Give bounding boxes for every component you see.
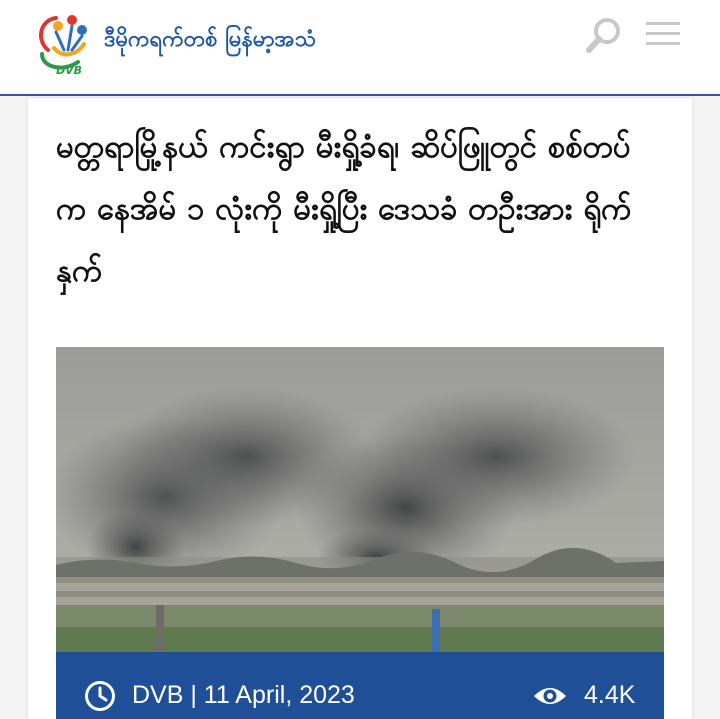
eye-icon [534, 688, 566, 704]
article-meta-bar: DVB | 11 April, 2023 4.4K [56, 652, 664, 719]
search-icon[interactable] [584, 16, 624, 56]
article-image[interactable] [56, 347, 664, 652]
logo-label: DVB [56, 64, 82, 76]
view-count: 4.4K [584, 681, 636, 709]
top-header: DVB ဒီမိုကရက်တစ် မြန်မာ့အသံ [0, 0, 720, 96]
dvb-logo[interactable]: DVB [34, 10, 98, 76]
brand-name[interactable]: ဒီမိုကရက်တစ် မြန်မာ့အသံ [104, 24, 316, 57]
article-byline: DVB | 11 April, 2023 [132, 681, 355, 709]
article-title[interactable]: မတ္တရာမြို့နယ် ကင်းရွာ မီးရှို့ခံရ၊ ဆိပ်… [56, 116, 656, 302]
clock-icon [85, 681, 115, 711]
hamburger-menu-icon[interactable] [644, 20, 682, 48]
